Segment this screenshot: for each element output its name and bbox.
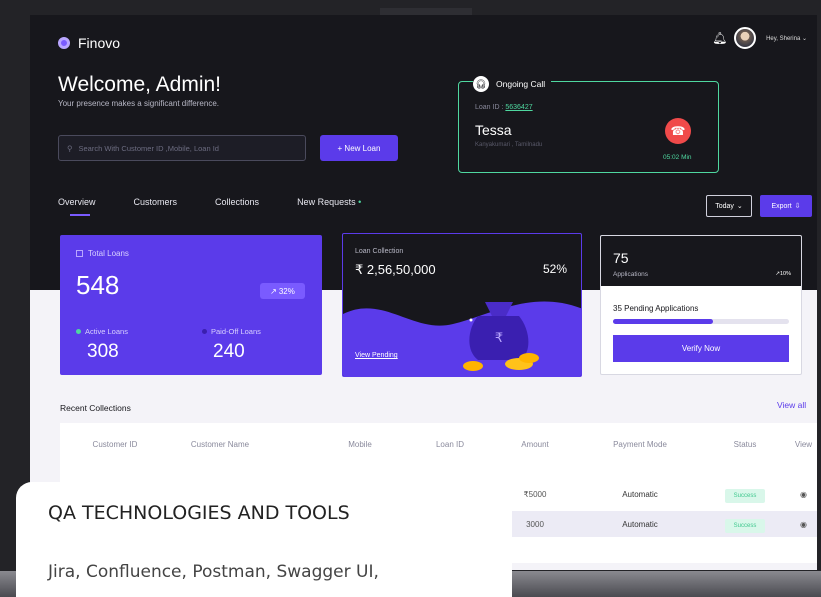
loan-id-label: Loan ID :: [475, 104, 506, 111]
caller-name: Tessa: [475, 122, 512, 138]
user-area: 🔔︎ Hey, Sherina ⌄: [712, 27, 807, 49]
paid-loans-value: 240: [213, 341, 245, 362]
collection-label: Loan Collection: [355, 248, 404, 255]
recent-collections-title: Recent Collections: [60, 403, 131, 413]
column-header: View: [794, 439, 813, 449]
overlay-body: Jira, Confluence, Postman, Swagger UI,: [48, 562, 379, 582]
applications-badge: ↗10%: [775, 271, 791, 277]
collection-value: ₹ 2,56,50,000: [355, 262, 436, 277]
payment-mode-cell: Automatic: [622, 519, 658, 529]
export-label: Export: [771, 202, 792, 210]
status-badge: Success: [724, 488, 766, 503]
column-header: Status: [733, 439, 757, 449]
applications-card: 75 Applications ↗10% 35 Pending Applicat…: [600, 235, 802, 375]
growth-value: 32%: [278, 286, 295, 296]
applications-header: [601, 236, 801, 286]
page-subtitle: Your presence makes a significant differ…: [58, 99, 219, 108]
column-header: Amount: [521, 439, 549, 449]
payment-mode-cell: Automatic: [622, 489, 658, 499]
arrow-up-right-icon: ↗: [270, 286, 277, 296]
eye-icon[interactable]: ◉: [790, 520, 817, 529]
table-header: Customer ID Customer Name Mobile Loan ID…: [60, 431, 817, 457]
view-pending-link[interactable]: View Pending: [355, 352, 398, 359]
pending-applications: 35 Pending Applications: [613, 304, 699, 313]
active-loans-text: Active Loans: [85, 327, 128, 336]
download-icon: ⇩: [794, 203, 801, 210]
period-value: Today: [715, 202, 734, 210]
svg-text:₹: ₹: [495, 331, 503, 346]
growth-badge: ↗ 32%: [260, 283, 305, 299]
tab-customers[interactable]: Customers: [134, 197, 178, 216]
active-loans-label: Active Loans: [76, 327, 128, 336]
status-cell: Success: [700, 488, 790, 503]
period-select[interactable]: Today ⌄: [706, 195, 752, 217]
loan-id-link[interactable]: 5636427: [505, 104, 532, 111]
user-greeting[interactable]: Hey, Sherina ⌄: [766, 35, 807, 42]
brand-name: Finovo: [78, 35, 121, 51]
collection-percent: 52%: [542, 262, 567, 276]
page-title: Welcome, Admin!: [58, 73, 222, 96]
call-timer: 05:02 Min: [663, 154, 692, 161]
eye-icon[interactable]: ◉: [790, 490, 817, 499]
column-header: Customer ID: [92, 439, 138, 449]
status-cell: Success: [700, 518, 790, 533]
applications-label: Applications: [613, 271, 649, 278]
search-placeholder: Search With Customer ID ,Mobile, Loan Id: [78, 143, 219, 153]
hangup-button[interactable]: ☎: [665, 118, 691, 144]
overlay-title: QA TECHNOLOGIES AND TOOLS: [48, 502, 350, 524]
paid-loans-label: Paid-Off Loans: [202, 327, 261, 336]
bell-icon[interactable]: 🔔︎: [712, 31, 727, 45]
view-all-link[interactable]: View all: [777, 400, 806, 410]
avatar[interactable]: [734, 27, 757, 49]
column-header: Mobile: [348, 439, 372, 449]
tab-collections[interactable]: Collections: [215, 197, 259, 216]
total-loans-value: 548: [76, 270, 120, 300]
pending-progress-fill: [613, 319, 714, 324]
pending-progress-bar: [613, 319, 789, 324]
skills-overlay-card: QA TECHNOLOGIES AND TOOLS Jira, Confluen…: [16, 482, 512, 597]
brand-logo[interactable]: Finovo: [58, 35, 120, 51]
search-icon: ⚲: [67, 143, 73, 153]
chevron-down-icon: ⌄: [736, 203, 743, 210]
paid-dot-icon: [202, 329, 207, 334]
total-loans-label: Total Loans: [88, 249, 129, 258]
call-header: 🎧︎ Ongoing Call: [473, 76, 552, 92]
headset-icon: 🎧︎: [473, 76, 489, 92]
new-loan-button[interactable]: + New Loan: [320, 135, 398, 161]
column-header: Customer Name: [190, 439, 250, 449]
call-loan-id: Loan ID : 5636427: [475, 104, 533, 111]
status-badge: Success: [724, 518, 766, 533]
new-indicator-icon: •: [358, 197, 362, 207]
loans-icon: [76, 250, 83, 257]
export-button[interactable]: Export ⇩: [760, 195, 812, 217]
applications-value: 75: [613, 250, 629, 266]
column-header: Payment Mode: [613, 439, 667, 449]
call-label: Ongoing Call: [496, 79, 546, 89]
total-loans-card: Total Loans 548 ↗ 32% Active Loans 308 Pa…: [60, 235, 322, 375]
paid-loans-text: Paid-Off Loans: [211, 327, 261, 336]
column-header: Loan ID: [435, 439, 465, 449]
phone-icon: ☎: [670, 124, 686, 138]
loan-collection-card: Loan Collection ₹ 2,56,50,000 52% ₹ View…: [342, 233, 582, 377]
money-bag-illustration: ₹: [343, 301, 581, 376]
verify-now-button[interactable]: Verify Now: [613, 335, 789, 362]
ongoing-call-card: 🎧︎ Ongoing Call Loan ID : 5636427 Tessa …: [458, 76, 719, 173]
active-dot-icon: [76, 329, 81, 334]
tab-new-requests[interactable]: New Requests •: [297, 197, 361, 216]
tab-overview[interactable]: Overview: [58, 197, 96, 216]
tab-bar: Overview Customers Collections New Reque…: [58, 197, 361, 216]
caller-location: Kanyakumari , Tamilnadu: [475, 142, 543, 148]
brand-icon: [58, 37, 70, 49]
active-loans-value: 308: [87, 341, 119, 362]
tab-new-requests-label: New Requests: [297, 197, 356, 207]
search-input[interactable]: ⚲ Search With Customer ID ,Mobile, Loan …: [58, 135, 306, 161]
